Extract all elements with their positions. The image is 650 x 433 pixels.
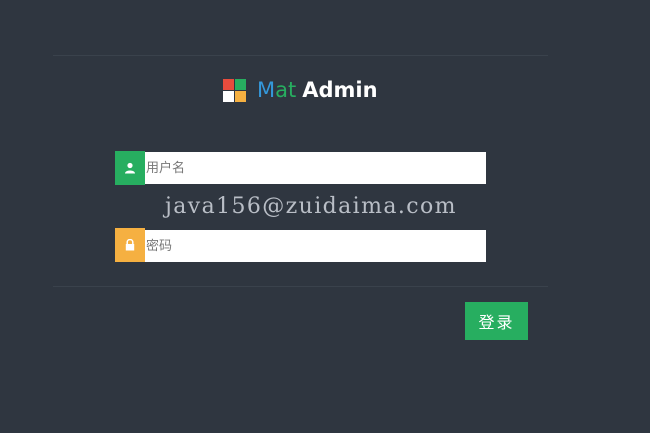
password-field-group [115, 228, 486, 262]
username-input[interactable] [145, 152, 486, 184]
logo-text-admin: Admin [302, 78, 378, 102]
username-field-group [115, 151, 486, 185]
app-logo: Mat Admin [223, 77, 378, 103]
lock-icon [115, 228, 145, 262]
app-title: Mat Admin [257, 77, 378, 103]
top-divider [53, 55, 548, 56]
login-page: MatAdmin java156@zuidaima.com 登录 [0, 0, 650, 433]
bottom-divider [53, 286, 548, 287]
logo-text-m: M [257, 78, 276, 102]
logo-text-at: at [275, 78, 297, 102]
user-icon [115, 151, 145, 185]
logo-grid-icon [223, 78, 246, 102]
login-button[interactable]: 登录 [465, 302, 528, 340]
watermark-text: java156@zuidaima.com [165, 194, 457, 219]
password-input[interactable] [145, 230, 486, 262]
